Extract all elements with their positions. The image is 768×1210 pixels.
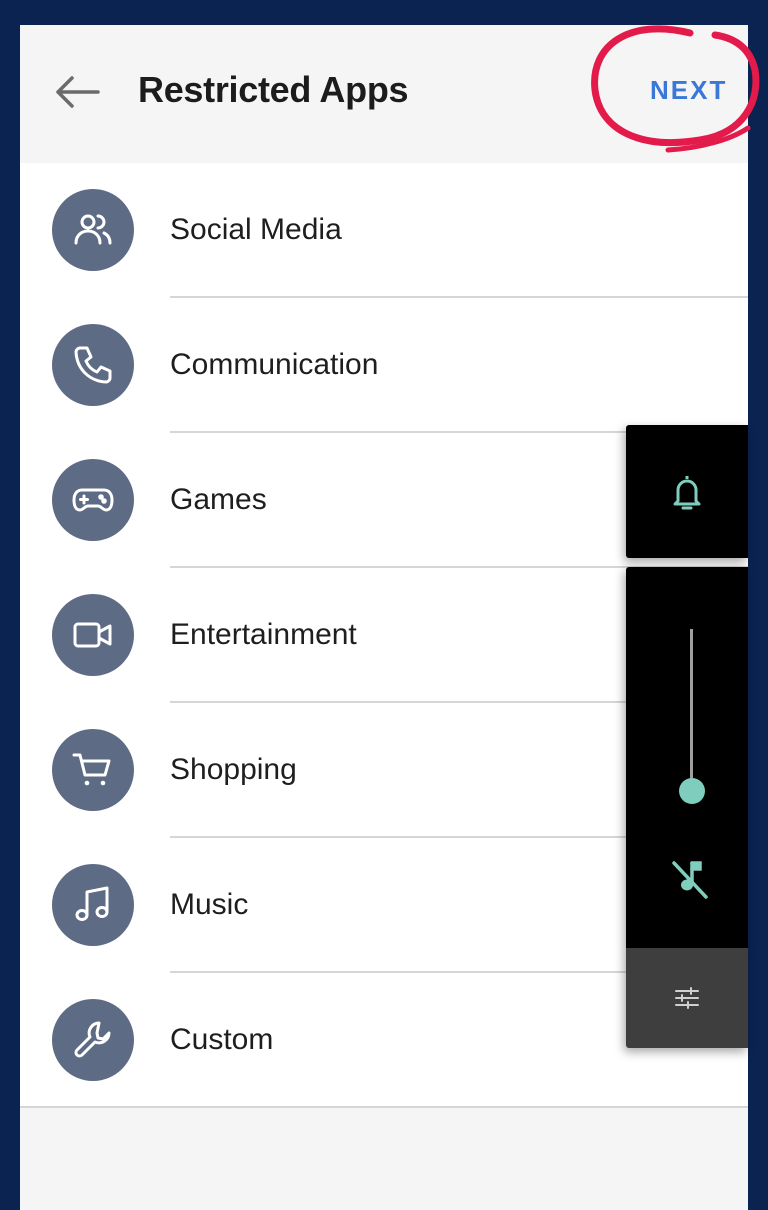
list-item-label: Social Media xyxy=(170,213,342,246)
icon-circle xyxy=(52,324,134,406)
settings-sliders-icon xyxy=(675,987,699,1009)
list-item-label: Games xyxy=(170,483,267,516)
app-bar: Restricted Apps NEXT xyxy=(20,25,748,163)
icon-circle xyxy=(52,729,134,811)
wrench-icon xyxy=(74,1021,111,1058)
list-item-label: Communication xyxy=(170,348,379,381)
phone-icon xyxy=(74,346,112,384)
icon-circle xyxy=(52,189,134,271)
music-note-icon xyxy=(75,886,109,921)
next-button[interactable]: NEXT xyxy=(650,75,727,106)
gamepad-icon xyxy=(72,488,114,512)
icon-circle xyxy=(52,999,134,1081)
icon-circle xyxy=(52,864,134,946)
list-item-label: Custom xyxy=(170,1023,274,1056)
icon-circle xyxy=(52,594,134,676)
bell-icon xyxy=(673,475,701,509)
volume-settings-button[interactable] xyxy=(626,948,748,1048)
video-camera-icon xyxy=(73,622,112,648)
volume-slider-thumb[interactable] xyxy=(679,777,705,804)
list-item-label: Shopping xyxy=(170,753,297,786)
people-icon xyxy=(74,214,112,245)
list-item-social-media[interactable]: Social Media xyxy=(20,163,748,298)
volume-slider-track[interactable] xyxy=(690,629,693,799)
list-item-communication[interactable]: Communication xyxy=(20,298,748,433)
list-item-label: Music xyxy=(170,888,249,921)
ringer-mode-button[interactable] xyxy=(626,425,748,558)
icon-circle xyxy=(52,459,134,541)
list-item-label: Entertainment xyxy=(170,618,357,651)
divider xyxy=(20,1106,748,1108)
music-muted-icon[interactable] xyxy=(668,857,712,901)
shopping-cart-icon xyxy=(72,753,111,786)
volume-panel xyxy=(626,567,748,948)
page-title: Restricted Apps xyxy=(138,69,409,110)
back-arrow-icon[interactable] xyxy=(54,75,100,109)
